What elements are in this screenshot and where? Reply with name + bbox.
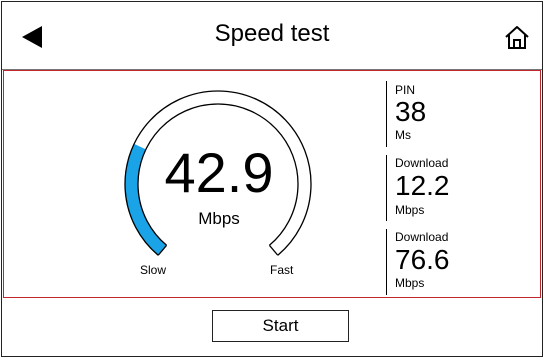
- download-stat-2: Download 76.6 Mbps: [386, 229, 476, 295]
- download-stat: Download 12.2 Mbps: [386, 155, 476, 221]
- speed-value: 42.9: [164, 141, 274, 204]
- stat-label: Download: [395, 230, 449, 244]
- stat-unit: Mbps: [395, 203, 425, 217]
- stat-value: 76.6: [395, 244, 450, 275]
- speed-test-screen: Speed test 42.9 Mbps Slow Fast PIN 38 Ms…: [1, 1, 543, 357]
- app-header: Speed test: [2, 2, 542, 70]
- gauge-min-label: Slow: [140, 263, 167, 277]
- start-button[interactable]: Start: [212, 310, 349, 342]
- page-title: Speed test: [214, 20, 330, 47]
- home-icon: [505, 26, 529, 49]
- gauge-end-cap: [268, 244, 279, 256]
- gauge-max-label: Fast: [270, 263, 294, 277]
- ping-stat: PIN 38 Ms: [386, 81, 476, 147]
- stat-unit: Mbps: [395, 276, 425, 290]
- home-button[interactable]: [502, 22, 532, 52]
- stat-label: Download: [395, 156, 449, 170]
- stat-unit: Ms: [395, 128, 411, 142]
- speed-results-panel: 42.9 Mbps Slow Fast PIN 38 Ms Download 1…: [3, 70, 541, 298]
- stat-value: 38: [395, 96, 427, 127]
- speed-unit: Mbps: [198, 209, 240, 228]
- footer-bar: Start: [2, 298, 542, 358]
- stat-value: 12.2: [395, 170, 450, 201]
